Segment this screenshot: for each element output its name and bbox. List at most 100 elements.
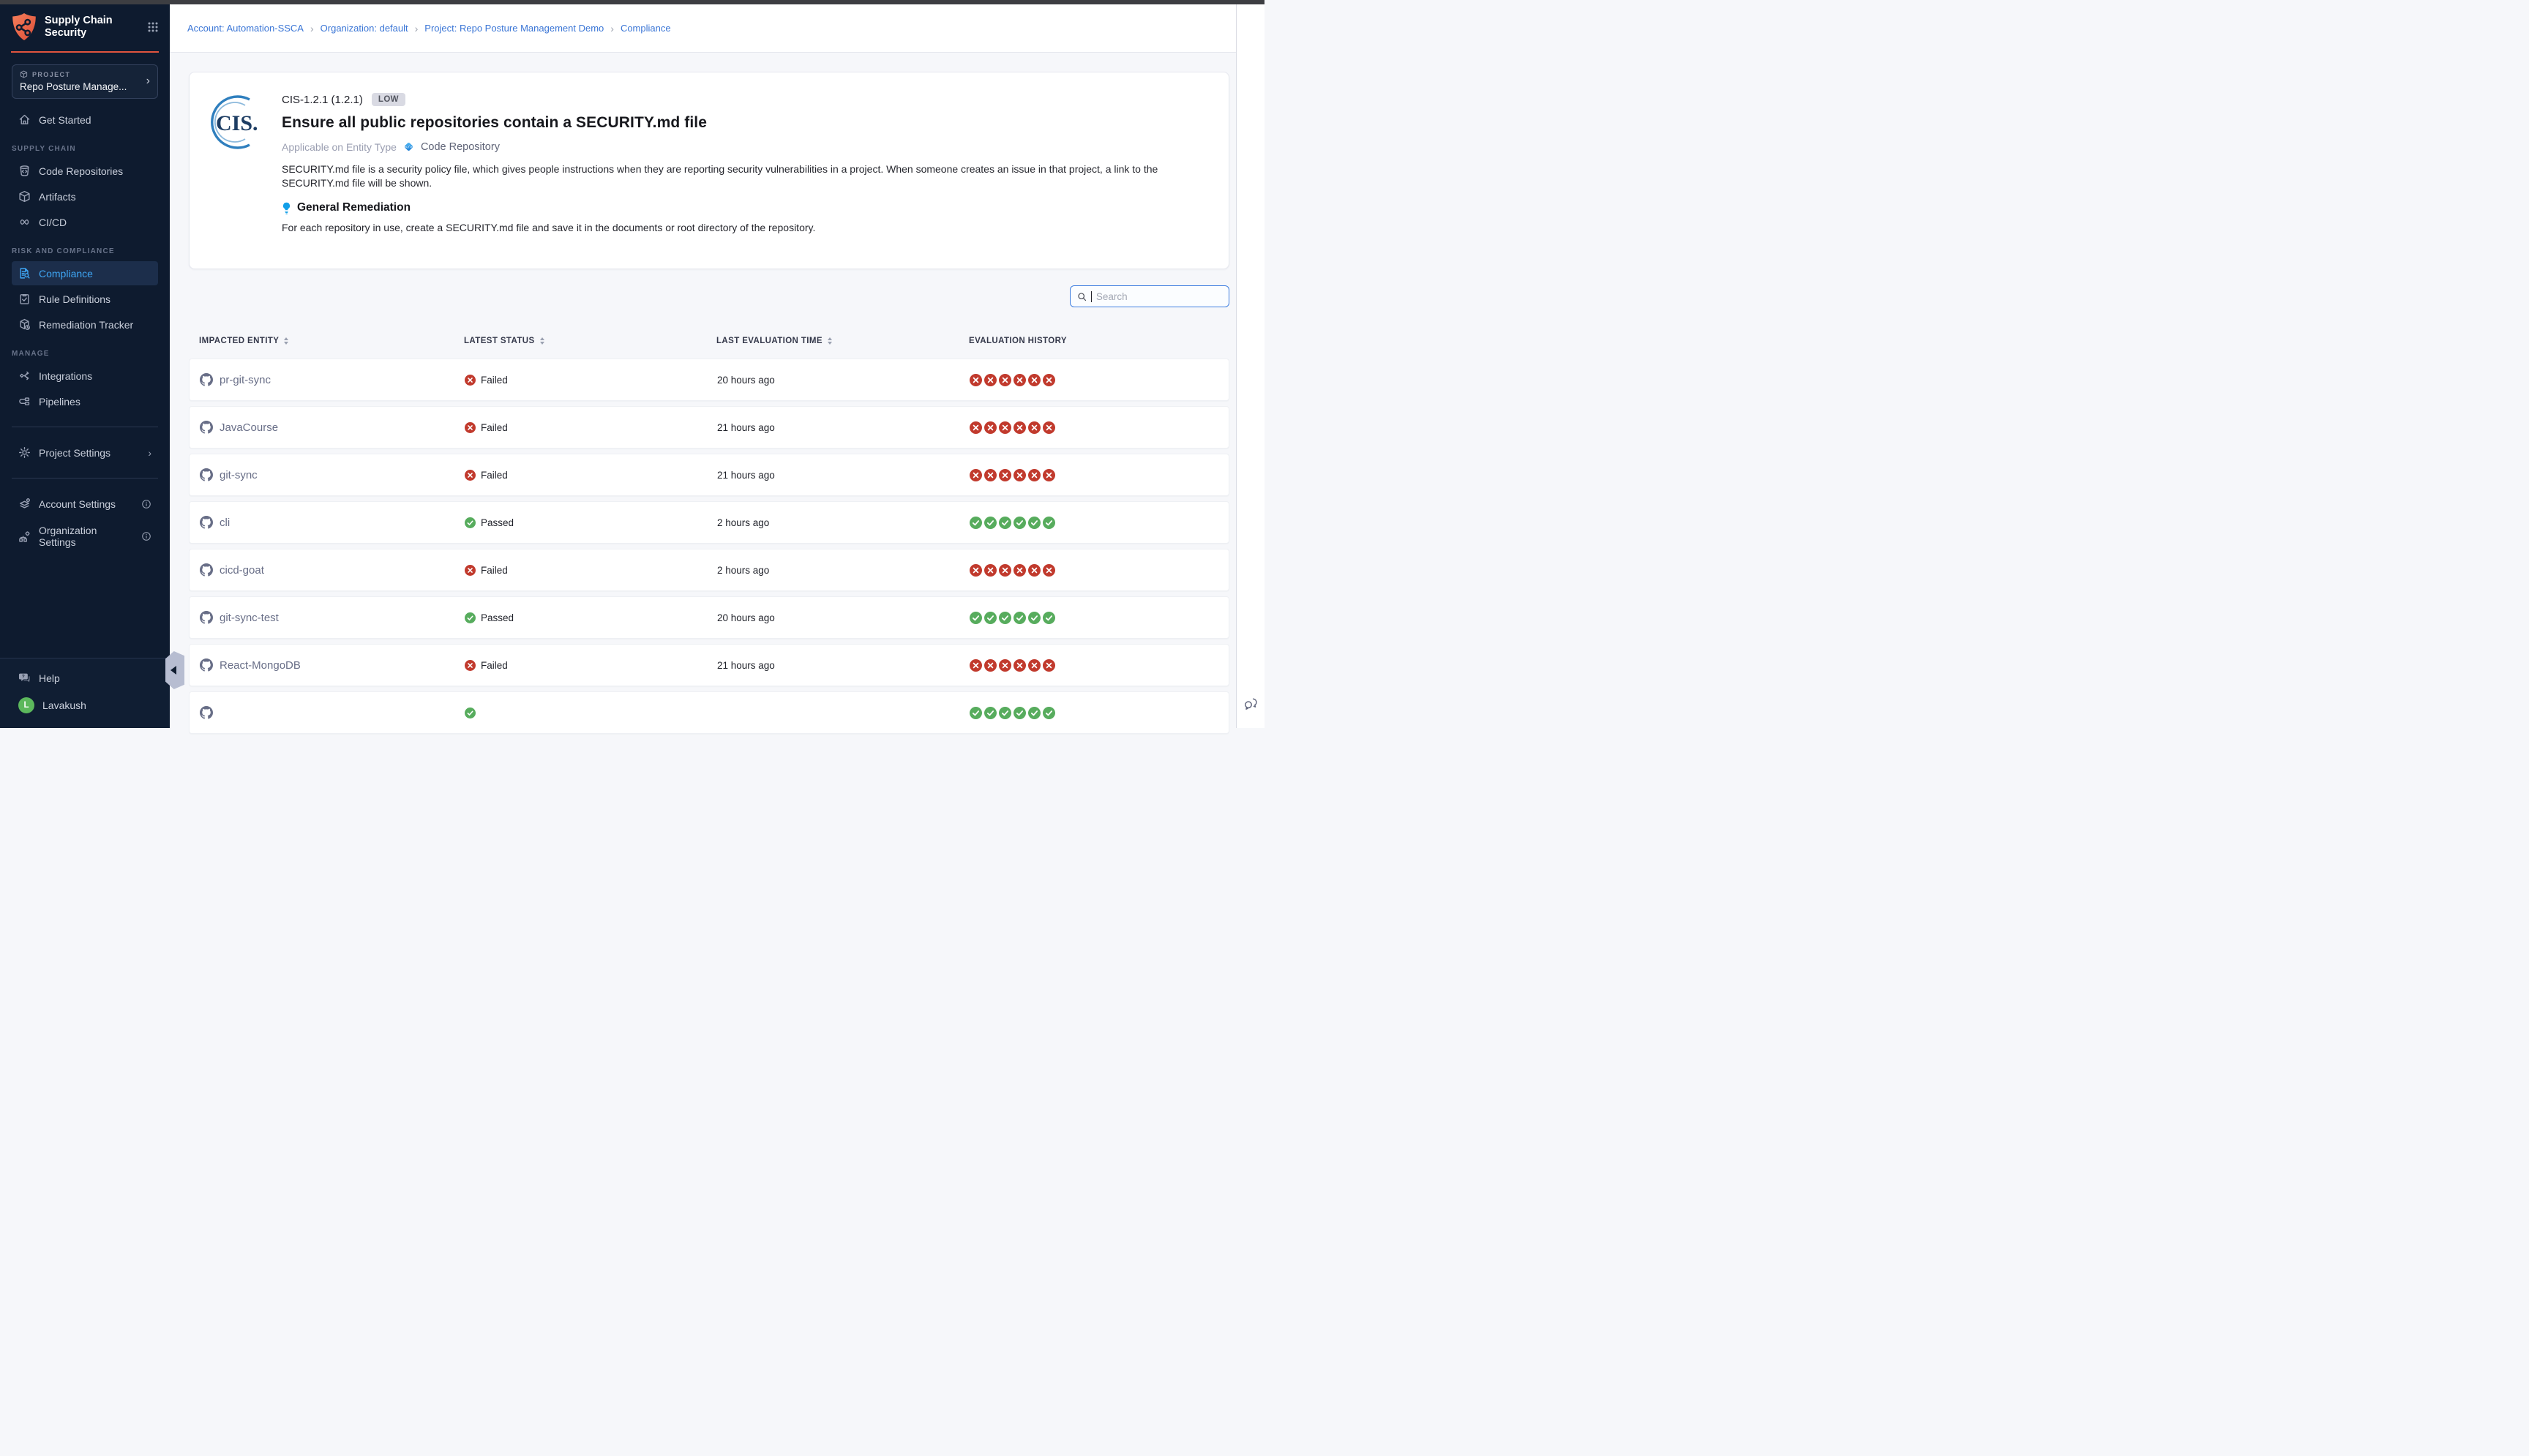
- history-failed-icon: [999, 564, 1011, 577]
- history-passed-icon: [999, 707, 1011, 719]
- cis-logo-text: CIS.: [216, 111, 258, 135]
- sort-icon[interactable]: [284, 337, 288, 345]
- table-row: JavaCourseFailed21 hours ago: [189, 406, 1229, 449]
- last-evaluation-time: 2 hours ago: [717, 517, 970, 528]
- sidebar-item-organization-settings[interactable]: Organization Settings: [12, 519, 158, 554]
- column-header-label: IMPACTED ENTITY: [199, 337, 279, 345]
- history-failed-icon: [984, 374, 997, 386]
- table-row: cliPassed2 hours ago: [189, 501, 1229, 544]
- account-settings-icon: [18, 498, 31, 510]
- chevron-right-icon: ›: [148, 447, 151, 459]
- last-evaluation-time: 2 hours ago: [717, 565, 970, 576]
- scrollbar-track[interactable]: [1236, 4, 1264, 728]
- column-header-latest-status[interactable]: LATEST STATUS: [464, 337, 716, 345]
- history-failed-icon: [1043, 374, 1055, 386]
- sidebar-item-rule-definitions[interactable]: Rule Definitions: [12, 287, 158, 311]
- entity-type[interactable]: Code Repository: [421, 141, 500, 153]
- sidebar-item-pipelines[interactable]: Pipelines: [12, 389, 158, 413]
- history-failed-icon: [1028, 564, 1041, 577]
- sidebar-item-ci-cd[interactable]: CI/CD: [12, 210, 158, 234]
- history-failed-icon: [1014, 421, 1026, 434]
- breadcrumb-link[interactable]: Compliance: [621, 23, 671, 34]
- sidebar-item-integrations[interactable]: Integrations: [12, 364, 158, 388]
- entity-link[interactable]: pr-git-sync: [220, 374, 271, 386]
- support-chat-icon[interactable]: [1243, 696, 1259, 712]
- passed-icon: [465, 612, 476, 623]
- svg-text:?: ?: [22, 675, 25, 680]
- history-failed-icon: [984, 564, 997, 577]
- column-header-impacted-entity[interactable]: IMPACTED ENTITY: [199, 337, 464, 345]
- passed-icon: [465, 517, 476, 528]
- history-passed-icon: [999, 517, 1011, 529]
- table-header-row: IMPACTED ENTITY LATEST STATUS LAST EVALUAT…: [189, 337, 1229, 359]
- table-row: pr-git-syncFailed20 hours ago: [189, 359, 1229, 401]
- project-selector[interactable]: PROJECT Repo Posture Manage... ›: [12, 64, 158, 99]
- chevron-right-icon: ›: [146, 75, 150, 87]
- breadcrumb-link[interactable]: Account: Automation-SSCA: [187, 23, 304, 34]
- impacted-entities-table: IMPACTED ENTITY LATEST STATUS LAST EVALUAT…: [189, 337, 1229, 734]
- sidebar-item-artifacts[interactable]: Artifacts: [12, 184, 158, 209]
- sort-icon[interactable]: [540, 337, 544, 345]
- table-row: cicd-goat Failed 2 hours ago: [189, 549, 1229, 591]
- search-box[interactable]: [1070, 285, 1229, 307]
- entity-link[interactable]: git-sync: [220, 469, 258, 481]
- breadcrumb: Account: Automation-SSCA›Organization: d…: [187, 23, 671, 34]
- entity-link[interactable]: JavaCourse: [220, 421, 278, 434]
- breadcrumb-link[interactable]: Project: Repo Posture Management Demo: [424, 23, 604, 34]
- entity-link[interactable]: cicd-goat: [220, 564, 264, 577]
- column-header-label: LAST EVALUATION TIME: [716, 337, 823, 345]
- github-icon: [200, 658, 213, 672]
- sidebar-item-help[interactable]: ? Help: [12, 666, 158, 690]
- history-failed-icon: [999, 469, 1011, 481]
- status-label: Failed: [481, 565, 508, 576]
- window-top-strip: [0, 0, 1264, 4]
- sidebar-item-remediation-tracker[interactable]: Remediation Tracker: [12, 312, 158, 337]
- evaluation-history-cell: [970, 374, 1229, 386]
- history-failed-icon: [1043, 421, 1055, 434]
- failed-icon: [465, 375, 476, 386]
- sidebar-collapse-handle[interactable]: [165, 651, 184, 689]
- organization-settings-icon: [18, 530, 31, 543]
- rule-description: SECURITY.md file is a security policy fi…: [282, 162, 1208, 190]
- github-icon: [200, 563, 213, 577]
- column-header-label: LATEST STATUS: [464, 337, 535, 345]
- breadcrumb-link[interactable]: Organization: default: [321, 23, 408, 34]
- history-passed-icon: [984, 707, 997, 719]
- project-name: Repo Posture Manage...: [20, 81, 146, 92]
- entity-link[interactable]: cli: [220, 517, 230, 529]
- sidebar-item-label: Compliance: [39, 268, 93, 279]
- sort-icon[interactable]: [828, 337, 832, 345]
- entity-link[interactable]: React-MongoDB: [220, 659, 301, 672]
- search-input[interactable]: [1096, 291, 1222, 302]
- entity-link[interactable]: git-sync-test: [220, 612, 279, 624]
- sidebar-item-account-settings[interactable]: Account Settings: [12, 492, 158, 516]
- sidebar-item-project-settings[interactable]: Project Settings ›: [12, 440, 158, 465]
- history-failed-icon: [999, 659, 1011, 672]
- history-failed-icon: [1014, 469, 1026, 481]
- history-failed-icon: [970, 421, 982, 434]
- history-failed-icon: [970, 564, 982, 577]
- home-icon: [18, 113, 31, 126]
- info-icon[interactable]: [141, 531, 151, 541]
- sidebar-item-compliance[interactable]: Compliance: [12, 261, 158, 285]
- rule-definitions-icon: [18, 293, 31, 305]
- entity-cell: cli: [200, 516, 465, 529]
- column-header-last-evaluation-time[interactable]: LAST EVALUATION TIME: [716, 337, 969, 345]
- history-failed-icon: [984, 659, 997, 672]
- history-failed-icon: [970, 659, 982, 672]
- evaluation-history-cell: [970, 707, 1229, 719]
- module-grid-icon[interactable]: [147, 21, 159, 33]
- sidebar-item-label: Rule Definitions: [39, 293, 110, 305]
- table-row: [189, 691, 1229, 734]
- failed-icon: [465, 660, 476, 671]
- history-failed-icon: [1014, 374, 1026, 386]
- history-failed-icon: [1043, 469, 1055, 481]
- sidebar-nav: Get StartedSUPPLY CHAINCode Repositories…: [0, 106, 170, 415]
- info-icon[interactable]: [141, 499, 151, 509]
- sidebar-item-get-started[interactable]: Get Started: [12, 108, 158, 132]
- history-passed-icon: [1028, 517, 1041, 529]
- sidebar-item-code-repositories[interactable]: Code Repositories: [12, 159, 158, 183]
- svg-text:</>: </>: [405, 146, 413, 150]
- user-menu[interactable]: L Lavakush: [12, 691, 158, 719]
- table-body: pr-git-syncFailed20 hours agoJavaCourseF…: [189, 359, 1229, 734]
